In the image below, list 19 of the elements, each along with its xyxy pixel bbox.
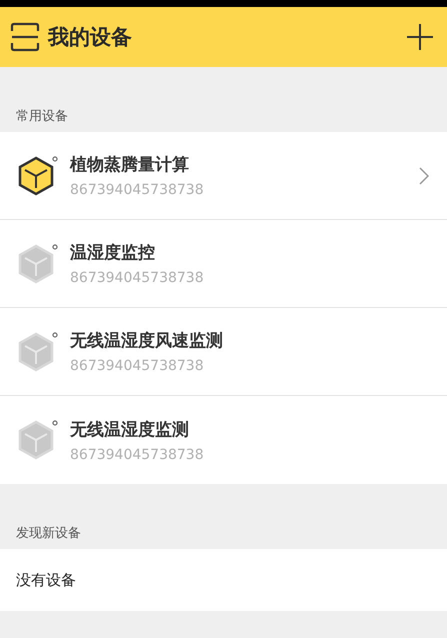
device-row[interactable]: 无线温湿度监测 867394045738738	[0, 396, 447, 484]
add-icon[interactable]	[407, 24, 433, 50]
device-row[interactable]: 植物蒸腾量计算 867394045738738	[0, 132, 447, 220]
device-name: 无线温湿度监测	[70, 418, 190, 440]
device-name: 温湿度监控	[70, 242, 156, 264]
empty-message: 没有设备	[16, 570, 76, 590]
device-name: 植物蒸腾量计算	[70, 154, 190, 176]
device-id: 867394045738738	[70, 358, 205, 374]
section-label: 发现新设备	[16, 525, 81, 542]
scan-icon[interactable]	[10, 22, 40, 52]
device-id: 867394045738738	[70, 182, 205, 198]
device-row[interactable]: 无线温湿度风速监测 867394045738738	[0, 308, 447, 396]
device-row[interactable]: 温湿度监控 867394045738738	[0, 220, 447, 308]
device-name: 无线温湿度风速监测	[70, 330, 224, 352]
chevron-right-icon	[419, 166, 429, 184]
device-id: 867394045738738	[70, 270, 205, 286]
device-id: 867394045738738	[70, 446, 205, 462]
page-title: 我的设备	[48, 24, 133, 51]
section-label: 常用设备	[16, 108, 68, 125]
